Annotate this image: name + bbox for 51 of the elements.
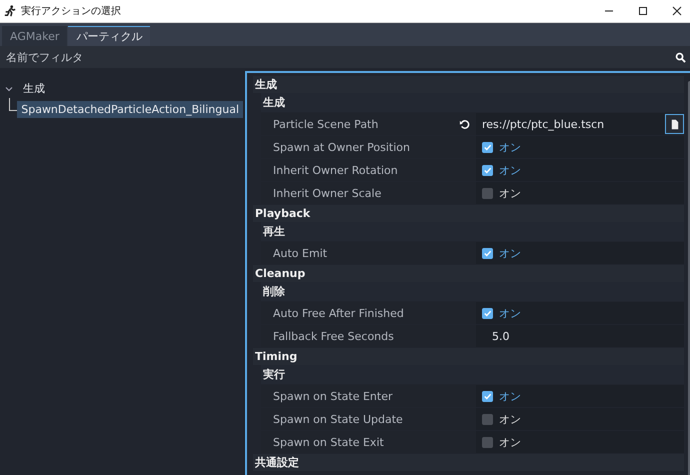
tab[interactable]: パーティクル	[68, 26, 150, 46]
property-label: Spawn at Owner Position	[272, 140, 411, 154]
property-label: Inherit Owner Scale	[272, 186, 382, 200]
checkbox[interactable]	[482, 414, 493, 424]
number-field[interactable]: 5.0	[482, 330, 510, 342]
tab[interactable]: AGMaker	[2, 26, 68, 46]
checkbox[interactable]	[482, 390, 493, 402]
checkbox-label: オン	[499, 162, 521, 178]
search-icon	[675, 52, 686, 62]
property-label: Spawn on State Enter	[272, 390, 394, 402]
property-label: Spawn on State Exit	[272, 436, 385, 448]
checkbox[interactable]	[482, 308, 493, 318]
section-header[interactable]: Playback	[253, 205, 684, 222]
property-label: Fallback Free Seconds	[272, 330, 395, 342]
checkbox-label: オン	[499, 306, 521, 320]
group-header[interactable]: 実行	[261, 365, 684, 384]
window-title: 実行アクションの選択	[21, 4, 121, 18]
property-label: Inherit Owner Rotation	[272, 164, 399, 176]
group-header[interactable]: 生成	[261, 93, 684, 112]
filter-field[interactable]: 名前でフィルタ	[0, 46, 690, 68]
property-label: Auto Emit	[272, 246, 328, 260]
checkbox[interactable]	[482, 436, 493, 448]
filter-input[interactable]: 名前でフィルタ	[6, 50, 675, 64]
section-header[interactable]: Cleanup	[253, 265, 684, 282]
file-icon	[670, 118, 678, 130]
checkbox[interactable]	[482, 248, 493, 258]
file-button[interactable]	[665, 114, 684, 134]
checkbox-label: オン	[499, 388, 521, 404]
property-label: Particle Scene Path	[272, 118, 380, 130]
checkbox[interactable]	[482, 142, 493, 152]
section-header[interactable]: 共通設定	[253, 454, 684, 471]
group-header[interactable]: 再生	[261, 222, 684, 241]
checkbox-label: オン	[499, 246, 521, 260]
checkbox-label: オン	[499, 186, 521, 200]
checkbox-label: オン	[499, 412, 521, 426]
tree-item[interactable]: 生成	[19, 79, 49, 98]
section-header[interactable]: Timing	[253, 348, 684, 365]
tree-item[interactable]: SpawnDetachedParticleAction_Bilingual	[17, 101, 243, 118]
group-header[interactable]: 削除	[261, 282, 684, 301]
section-header[interactable]: 生成	[253, 76, 684, 93]
checkbox-label: オン	[499, 140, 521, 154]
checkbox[interactable]	[482, 188, 493, 198]
property-label: Spawn on State Update	[272, 412, 404, 426]
maximize-icon[interactable]	[638, 6, 648, 16]
checkbox[interactable]	[482, 164, 493, 176]
running-figure-icon	[4, 5, 16, 17]
close-icon[interactable]	[672, 6, 682, 16]
property-label: Auto Free After Finished	[272, 306, 405, 320]
revert-icon[interactable]	[459, 118, 470, 130]
checkbox-label: オン	[499, 434, 521, 450]
chevron-icon[interactable]	[5, 84, 13, 92]
